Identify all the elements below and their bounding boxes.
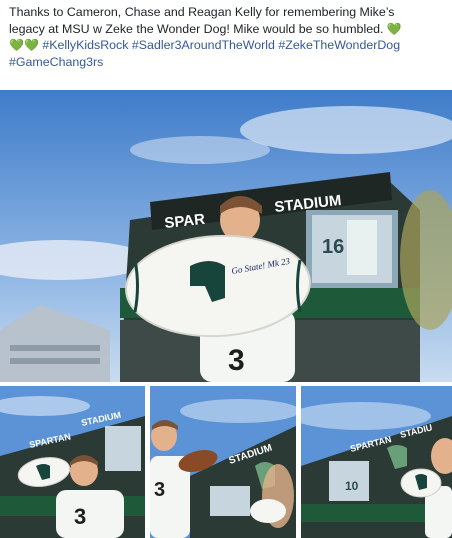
thumbnail-photo-1[interactable]: SPARTAN STADIUM 3 [0,386,145,538]
thumbnail-photo-3[interactable]: SPARTAN STADIU 10 [301,386,452,538]
svg-text:3: 3 [228,344,245,377]
hashtag-link[interactable]: #GameChang3rs [9,55,103,69]
hashtag-link[interactable]: #KellyKidsRock [42,38,128,52]
post-text: Thanks to Cameron, Chase and Reagan Kell… [9,4,443,70]
green-heart-icon: 💚 [386,21,402,36]
hashtag-link[interactable]: #ZekeTheWonderDog [278,38,400,52]
post-text-line1: Thanks to Cameron, Chase and Reagan Kell… [9,5,395,19]
green-heart-icon: 💚 [23,38,39,53]
green-heart-icon: 💚 [9,38,24,53]
main-photo[interactable]: SPAR STADIUM 16 3 Go State! Mk 23 [0,90,452,382]
screen-number: 16 [322,236,344,258]
post-text-line2: legacy at MSU w Zeke the Wonder Dog! Mik… [9,21,384,36]
thumbnail-photo-2[interactable]: STADIUM 3 [150,386,296,538]
jersey-number: 3 [74,504,86,529]
jersey-number: 3 [154,479,165,501]
hashtag-link[interactable]: #Sadler3AroundTheWorld [132,38,275,52]
screen-number: 10 [345,479,359,493]
